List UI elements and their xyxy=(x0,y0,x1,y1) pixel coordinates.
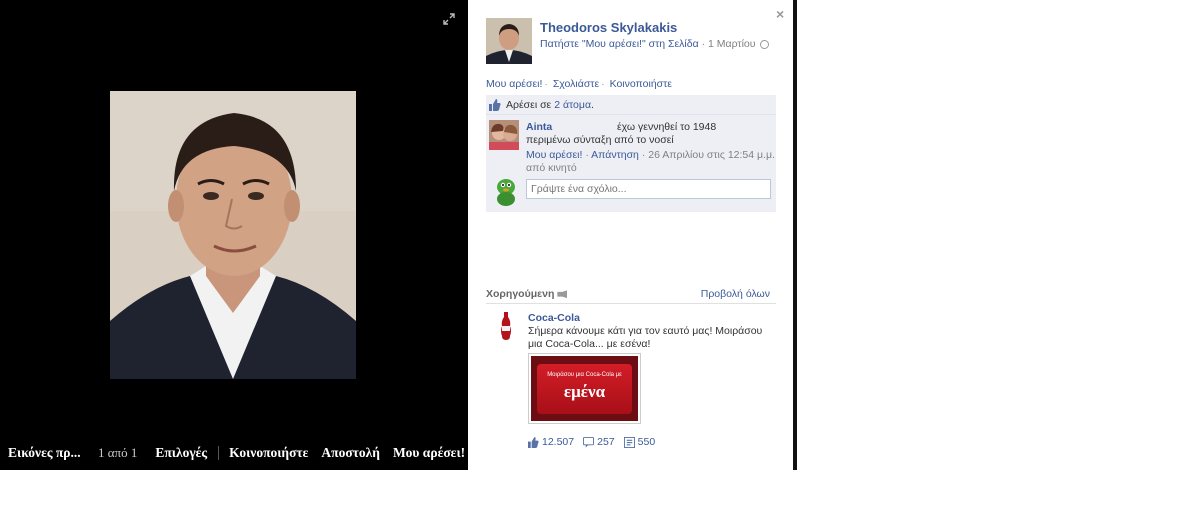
likes-prefix: Αρέσει σε xyxy=(506,98,552,111)
comment-like-link[interactable]: Μου αρέσει! xyxy=(526,149,582,161)
comment-via-mobile[interactable]: από κινητό xyxy=(526,162,577,174)
commenter-avatar[interactable] xyxy=(489,120,519,150)
sponsored-header: Χορηγούμενη Προβολή όλων xyxy=(486,288,776,304)
user-avatar-icon xyxy=(497,179,515,206)
redacted-name xyxy=(554,121,616,132)
ad-likes-count[interactable]: 12.507 xyxy=(542,436,574,448)
comment-reply-link[interactable]: Απάντηση xyxy=(591,149,639,161)
thumbs-up-icon[interactable] xyxy=(528,436,539,448)
comment-text-line2: περιμένω σύνταξη από το νοσεί xyxy=(526,134,674,146)
likes-suffix: . xyxy=(591,98,594,111)
megaphone-icon xyxy=(557,290,568,299)
owner-avatar[interactable] xyxy=(486,18,532,64)
sponsored-title-text: Χορηγούμενη xyxy=(486,288,555,300)
share-button[interactable]: Κοινοποιήστε xyxy=(229,445,308,461)
ad-text: Σήμερα κάνουμε κάτι για τον εαυτό μας! Μ… xyxy=(528,325,763,350)
comment-text-line1: έχω γεννηθεί το 1948 xyxy=(617,121,717,133)
photo-viewer: Εικόνες πρ... 1 από 1 Επιλογές Κοινοποιή… xyxy=(0,0,1200,526)
ad-comments-count[interactable]: 257 xyxy=(597,436,615,448)
album-title-link[interactable]: Εικόνες πρ... xyxy=(8,445,82,461)
ad-brand-link[interactable]: Coca-Cola xyxy=(528,312,580,324)
comment-link[interactable]: Σχολιάστε xyxy=(553,78,599,90)
ad-image-small-text: Μοιράσου μια Coca-Cola με xyxy=(547,372,622,378)
comment-icon[interactable] xyxy=(583,436,595,448)
globe-icon xyxy=(760,39,770,49)
share-link[interactable]: Κοινοποιήστε xyxy=(610,78,672,90)
sponsored-title: Χορηγούμενη xyxy=(486,288,568,300)
close-button[interactable]: × xyxy=(776,6,784,22)
comment-author-link[interactable]: Ainta xyxy=(526,121,552,133)
coca-cola-can: Μοιράσου μια Coca-Cola με εμένα xyxy=(537,364,632,414)
coca-cola-bottle-icon[interactable] xyxy=(499,312,513,340)
photo-action-bar: Εικόνες πρ... 1 από 1 Επιλογές Κοινοποιή… xyxy=(0,436,468,470)
owner-name-link[interactable]: Theodoros Skylakakis xyxy=(540,20,677,35)
post-actions: Μου αρέσει! · Σχολιάστε · Κοινοποιήστε xyxy=(486,78,672,90)
see-all-link[interactable]: Προβολή όλων xyxy=(701,288,770,300)
share-icon[interactable] xyxy=(623,436,635,448)
divider xyxy=(218,446,220,460)
photo-stage: Εικόνες πρ... 1 από 1 Επιλογές Κοινοποιή… xyxy=(0,0,468,470)
options-button[interactable]: Επιλογές xyxy=(155,445,207,461)
ad-shares-count[interactable]: 550 xyxy=(638,436,656,448)
likes-summary: Αρέσει σε 2 άτομα . xyxy=(486,95,776,115)
comment-input[interactable] xyxy=(526,179,771,199)
like-link[interactable]: Μου αρέσει! xyxy=(486,78,542,90)
ad-image[interactable]: Μοιράσου μια Coca-Cola με εμένα xyxy=(528,353,641,424)
fullscreen-icon[interactable] xyxy=(443,13,455,25)
panel-border xyxy=(793,0,797,470)
ad-image-inner: Μοιράσου μια Coca-Cola με εμένα xyxy=(531,356,638,421)
like-button[interactable]: Μου αρέσει! xyxy=(393,445,465,461)
ad-image-big-text: εμένα xyxy=(563,382,606,401)
comment-meta: Μου αρέσει! · Απάντηση · 26 Απριλίου στι… xyxy=(526,149,775,161)
like-page-link[interactable]: Πατήστε "Μου αρέσει!" στη Σελίδα xyxy=(540,38,699,50)
likes-count-link[interactable]: 2 άτομα xyxy=(554,99,591,111)
owner-subtitle: Πατήστε "Μου αρέσει!" στη Σελίδα · 1 Μαρ… xyxy=(540,38,770,50)
send-button[interactable]: Αποστολή xyxy=(321,445,380,461)
ad-stats: 12.507 257 550 xyxy=(528,436,655,448)
feedback-box: Αρέσει σε 2 άτομα . Ainta έχω γεννηθεί τ… xyxy=(486,95,776,212)
photo-counter: 1 από 1 xyxy=(98,445,138,460)
comment-time[interactable]: · 26 Απριλίου στις 12:54 μ.μ. xyxy=(642,149,775,161)
thumbs-up-icon xyxy=(489,98,501,111)
post-date[interactable]: · 1 Μαρτίου xyxy=(702,38,756,50)
profile-photo xyxy=(110,91,356,379)
